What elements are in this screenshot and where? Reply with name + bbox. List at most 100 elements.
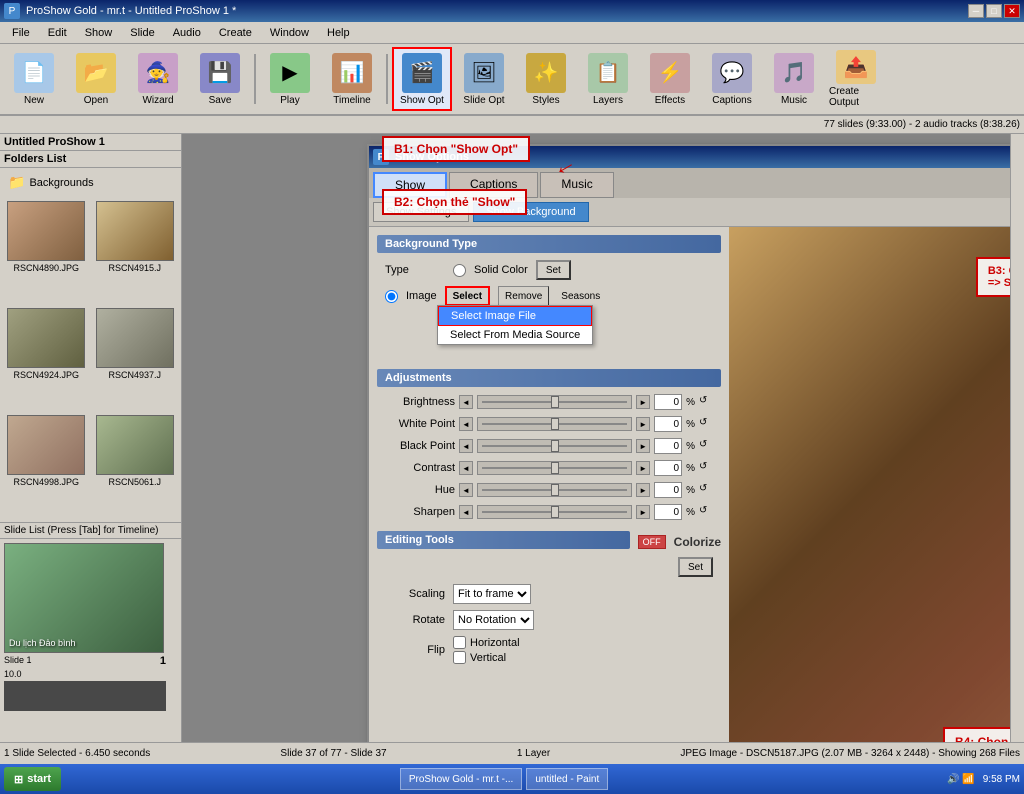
contrast-reset[interactable]: ↺ [699,461,713,475]
contrast-decrease[interactable]: ◄ [459,461,473,475]
black-point-label: Black Point [385,440,455,452]
folder-item-backgrounds[interactable]: 📁 Backgrounds [4,172,177,193]
brightness-reset[interactable]: ↺ [699,395,713,409]
thumb-img-1 [7,201,85,261]
menu-slide[interactable]: Slide [122,25,162,41]
wizard-button[interactable]: 🧙 Wizard [128,47,188,111]
create-output-button[interactable]: 📤 Create Output [826,47,886,111]
sharpen-decrease[interactable]: ◄ [459,505,473,519]
start-button[interactable]: ⊞ start [4,767,61,791]
dropdown-item-select-image[interactable]: Select Image File [438,306,592,326]
hue-slider[interactable] [477,483,632,497]
type-label: Type [385,264,445,276]
menu-show[interactable]: Show [77,25,121,41]
white-point-value: 0 [654,416,682,432]
contrast-increase[interactable]: ► [636,461,650,475]
black-point-slider[interactable] [477,439,632,453]
hue-reset[interactable]: ↺ [699,483,713,497]
image-radio[interactable] [385,290,398,303]
taskbar-item-proshow[interactable]: ProShow Gold - mr.t -... [400,768,522,790]
menu-create[interactable]: Create [211,25,260,41]
thumbnails-grid: RSCN4890.JPG RSCN4915.J RSCN4924.JPG RSC… [0,197,181,522]
white-point-reset[interactable]: ↺ [699,417,713,431]
brightness-slider[interactable] [477,395,632,409]
black-point-increase[interactable]: ► [636,439,650,453]
slide-thumb-img: Du lịch Đảo bình [4,543,164,653]
slide-opt-button[interactable]: 🖼 Slide Opt [454,47,514,111]
select-button[interactable]: Select [445,286,490,306]
taskbar-items: ProShow Gold - mr.t -... untitled - Pain… [400,768,608,790]
slide-list-title[interactable]: Slide List (Press [Tab] for Timeline) [0,523,181,539]
brightness-increase[interactable]: ► [636,395,650,409]
slide-label: Slide 1 [4,655,32,665]
hue-decrease[interactable]: ◄ [459,483,473,497]
new-icon: 📄 [14,53,54,93]
menu-file[interactable]: File [4,25,38,41]
vertical-flip-checkbox[interactable] [453,651,466,664]
taskbar-item-paint[interactable]: untitled - Paint [526,768,608,790]
thumb-2[interactable]: RSCN4915.J [93,201,178,304]
contrast-slider[interactable] [477,461,632,475]
brightness-decrease[interactable]: ◄ [459,395,473,409]
open-button[interactable]: 📂 Open [66,47,126,111]
styles-button[interactable]: ✨ Styles [516,47,576,111]
white-point-decrease[interactable]: ◄ [459,417,473,431]
menu-edit[interactable]: Edit [40,25,75,41]
solid-color-radio[interactable] [453,264,466,277]
show-opt-button[interactable]: 🎬 Show Opt [392,47,452,111]
scaling-select[interactable]: Fit to frame [453,584,531,604]
show-opt-icon: 🎬 [402,53,442,93]
layers-button[interactable]: 📋 Layers [578,47,638,111]
set-button[interactable]: Set [536,260,571,280]
thumb-5[interactable]: RSCN4998.JPG [4,415,89,518]
hue-increase[interactable]: ► [636,483,650,497]
black-point-decrease[interactable]: ◄ [459,439,473,453]
scaling-row: Scaling Fit to frame [377,581,721,607]
editing-tools-header: Editing Tools OFF Colorize [377,531,721,553]
tab-music[interactable]: Music [540,172,613,198]
editing-tools-section: Editing Tools OFF Colorize Set Scaling F… [377,531,721,667]
sharpen-reset[interactable]: ↺ [699,505,713,519]
colorize-label: Colorize [674,535,721,549]
bg-type-header: Background Type [377,235,721,253]
maximize-button[interactable]: □ [986,4,1002,18]
save-icon: 💾 [200,53,240,93]
thumb-1[interactable]: RSCN4890.JPG [4,201,89,304]
thumb-4[interactable]: RSCN4937.J [93,308,178,411]
new-button[interactable]: 📄 New [4,47,64,111]
menu-help[interactable]: Help [319,25,358,41]
dropdown-item-media-source[interactable]: Select From Media Source [438,326,592,344]
close-button[interactable]: ✕ [1004,4,1020,18]
colorize-set-button[interactable]: Set [678,557,713,577]
start-label: start [27,773,51,785]
thumb-img-3 [7,308,85,368]
black-point-reset[interactable]: ↺ [699,439,713,453]
thumb-3[interactable]: RSCN4924.JPG [4,308,89,411]
timeline-icon: 📊 [332,53,372,93]
annotation-b3-text: B3: Chọn "Select" [988,265,1010,277]
menu-window[interactable]: Window [262,25,317,41]
black-point-row: Black Point ◄ ► 0 % ↺ [377,435,721,457]
captions-button[interactable]: 💬 Captions [702,47,762,111]
play-button[interactable]: ▶ Play [260,47,320,111]
minimize-button[interactable]: ─ [968,4,984,18]
open-icon: 📂 [76,53,116,93]
music-button[interactable]: 🎵 Music [764,47,824,111]
effects-button[interactable]: ⚡ Effects [640,47,700,111]
remove-button[interactable]: Remove [498,286,549,306]
sharpen-increase[interactable]: ► [636,505,650,519]
horizontal-flip-checkbox[interactable] [453,636,466,649]
slide-info: Slide 1 1 [4,653,166,667]
white-point-slider[interactable] [477,417,632,431]
sharpen-row: Sharpen ◄ ► 0 % ↺ [377,501,721,523]
save-button[interactable]: 💾 Save [190,47,250,111]
thumb-6[interactable]: RSCN5061.J [93,415,178,518]
menu-audio[interactable]: Audio [165,25,209,41]
white-point-increase[interactable]: ► [636,417,650,431]
rotate-select[interactable]: No Rotation [453,610,534,630]
timeline-button[interactable]: 📊 Timeline [322,47,382,111]
folders-list: 📁 Backgrounds [0,168,181,197]
colorize-toggle[interactable]: OFF [638,535,666,549]
sharpen-slider[interactable] [477,505,632,519]
clock: 9:58 PM [983,774,1020,785]
